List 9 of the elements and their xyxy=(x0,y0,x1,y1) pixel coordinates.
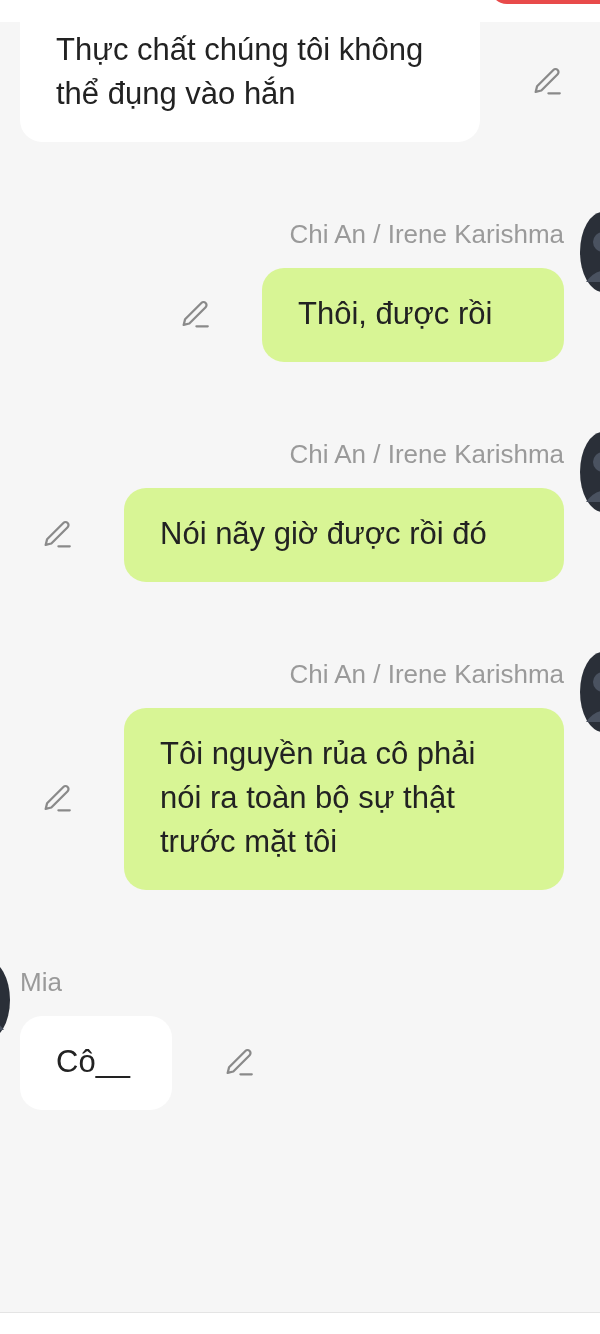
sender-name: Chi An / Irene Karishma xyxy=(289,437,564,471)
message-text: Thôi, được rồi xyxy=(298,295,494,333)
message-text: Thực chất chúng tôi không thể đụng vào hắn xyxy=(56,31,425,113)
sender-name: Mia xyxy=(20,965,62,999)
message-text: Nói nãy giờ được rồi đó xyxy=(160,515,488,553)
message-text: Tôi nguyền rủa cô phải nói ra toàn bộ sự thật trước mặt tôi xyxy=(160,735,477,861)
sender-name: Chi An / Irene Karishma xyxy=(289,217,564,251)
message-text: Cô__ xyxy=(56,1043,132,1081)
sender-name: Chi An / Irene Karishma xyxy=(289,657,564,691)
